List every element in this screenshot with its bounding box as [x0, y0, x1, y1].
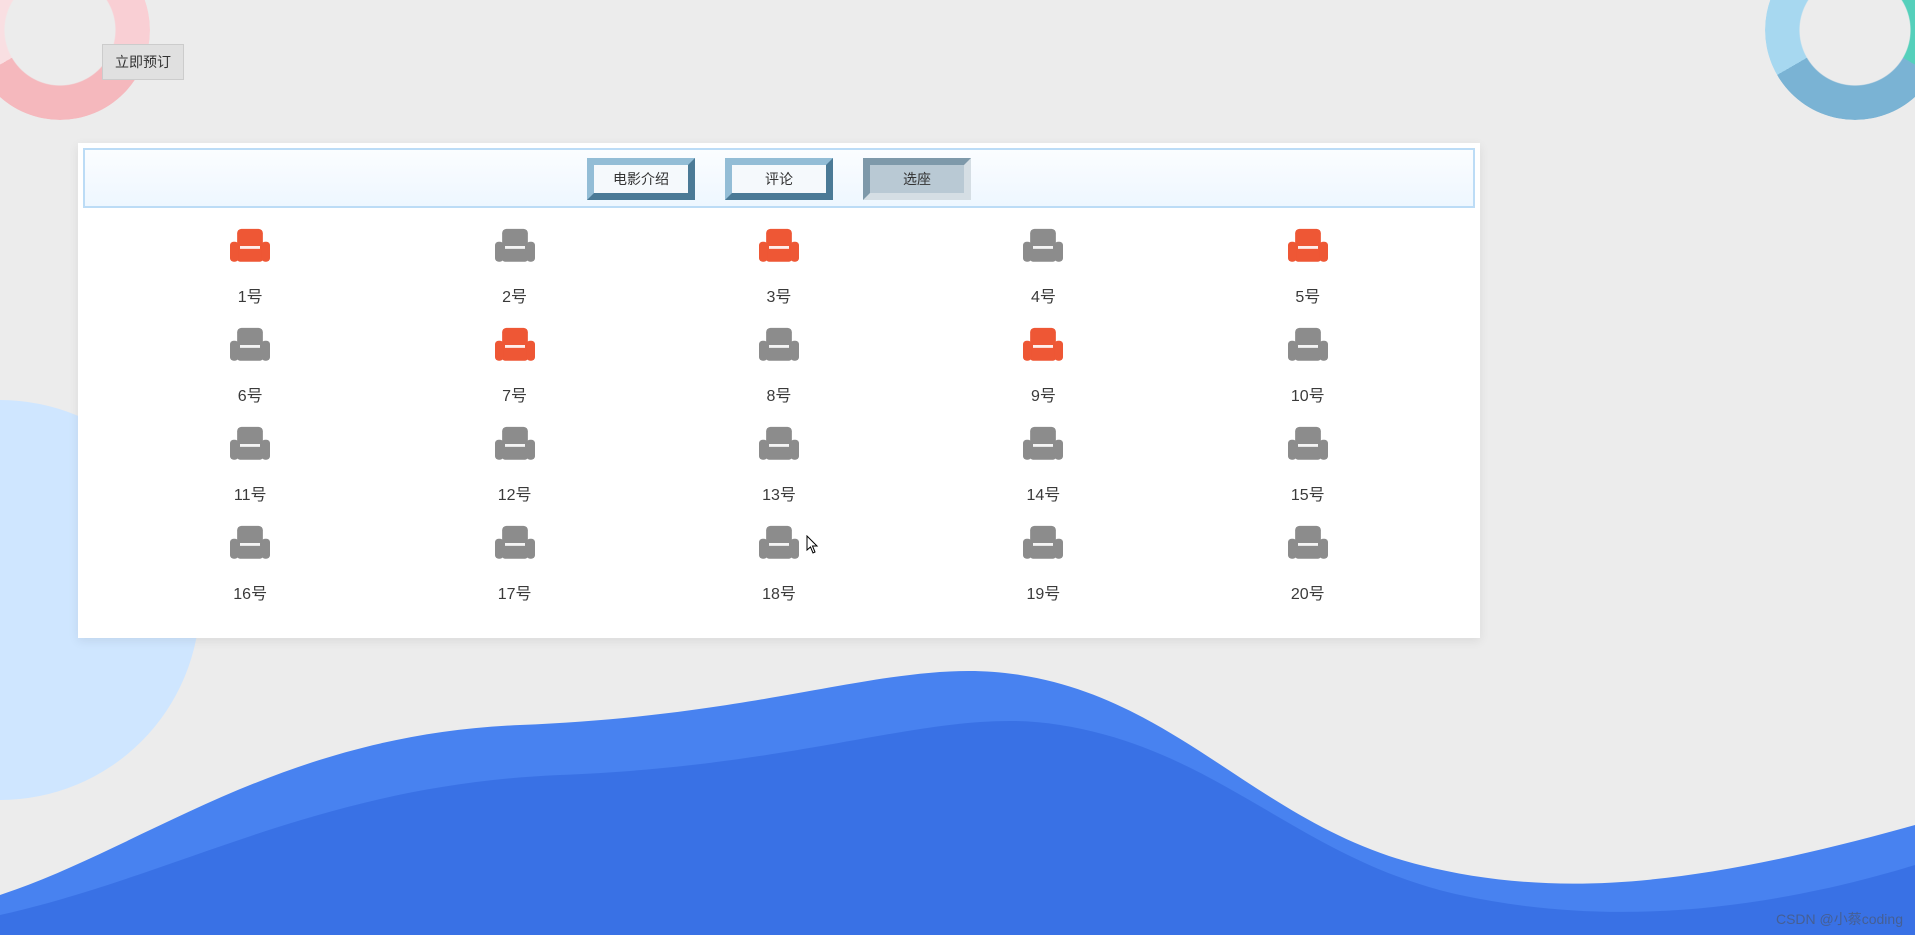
seat-10[interactable]: 10号	[1176, 325, 1440, 406]
decorative-ring-right	[1765, 0, 1915, 120]
seat-available-icon	[756, 424, 802, 469]
seat-grid: 1号 2号 3号 4号 5号 6号 7号	[78, 208, 1480, 638]
tab-label: 选座	[903, 169, 931, 189]
seat-label: 11号	[234, 481, 267, 505]
seat-label: 6号	[238, 382, 263, 406]
seat-available-icon	[756, 523, 802, 568]
seat-label: 17号	[498, 580, 532, 604]
seat-6[interactable]: 6号	[118, 325, 382, 406]
seat-label: 19号	[1026, 580, 1060, 604]
tab-bar: 电影介绍 评论 选座	[83, 148, 1475, 208]
seat-label: 7号	[502, 382, 527, 406]
decorative-wave	[0, 635, 1915, 935]
seat-available-icon	[492, 424, 538, 469]
seat-taken-icon	[227, 226, 273, 271]
tab-intro[interactable]: 电影介绍	[587, 158, 695, 200]
seat-17[interactable]: 17号	[382, 523, 646, 604]
seat-available-icon	[1285, 424, 1331, 469]
seat-label: 8号	[767, 382, 792, 406]
tab-seat[interactable]: 选座	[863, 158, 971, 200]
seat-19[interactable]: 19号	[911, 523, 1175, 604]
seat-available-icon	[756, 325, 802, 370]
seat-available-icon	[1285, 325, 1331, 370]
seat-18[interactable]: 18号	[647, 523, 911, 604]
watermark-text: CSDN @小蔡coding	[1776, 909, 1903, 929]
seat-label: 5号	[1295, 283, 1320, 307]
seat-2[interactable]: 2号	[382, 226, 646, 307]
seat-available-icon	[227, 523, 273, 568]
seat-20[interactable]: 20号	[1176, 523, 1440, 604]
seat-available-icon	[227, 424, 273, 469]
seat-available-icon	[1020, 226, 1066, 271]
seat-available-icon	[492, 523, 538, 568]
seat-11[interactable]: 11号	[118, 424, 382, 505]
seat-8[interactable]: 8号	[647, 325, 911, 406]
seat-label: 12号	[498, 481, 532, 505]
seat-label: 2号	[502, 283, 527, 307]
seat-available-icon	[492, 226, 538, 271]
seat-label: 4号	[1031, 283, 1056, 307]
tab-comment[interactable]: 评论	[725, 158, 833, 200]
tab-label: 电影介绍	[613, 169, 669, 189]
seat-available-icon	[1020, 424, 1066, 469]
seat-15[interactable]: 15号	[1176, 424, 1440, 505]
seat-label: 13号	[762, 481, 796, 505]
seat-13[interactable]: 13号	[647, 424, 911, 505]
seat-label: 14号	[1026, 481, 1060, 505]
seat-12[interactable]: 12号	[382, 424, 646, 505]
seat-label: 3号	[767, 283, 792, 307]
seat-taken-icon	[756, 226, 802, 271]
seat-3[interactable]: 3号	[647, 226, 911, 307]
tab-label: 评论	[765, 169, 793, 189]
book-now-button[interactable]: 立即预订	[102, 44, 184, 80]
seat-available-icon	[227, 325, 273, 370]
seat-label: 20号	[1291, 580, 1325, 604]
seat-label: 16号	[233, 580, 267, 604]
seat-label: 10号	[1291, 382, 1325, 406]
seat-9[interactable]: 9号	[911, 325, 1175, 406]
seat-4[interactable]: 4号	[911, 226, 1175, 307]
seat-label: 9号	[1031, 382, 1056, 406]
seat-available-icon	[1020, 523, 1066, 568]
seat-5[interactable]: 5号	[1176, 226, 1440, 307]
seat-label: 15号	[1291, 481, 1325, 505]
seat-16[interactable]: 16号	[118, 523, 382, 604]
seat-taken-icon	[492, 325, 538, 370]
seat-label: 1号	[238, 283, 263, 307]
seat-available-icon	[1285, 523, 1331, 568]
seat-taken-icon	[1020, 325, 1066, 370]
seat-14[interactable]: 14号	[911, 424, 1175, 505]
seat-1[interactable]: 1号	[118, 226, 382, 307]
seat-taken-icon	[1285, 226, 1331, 271]
seat-7[interactable]: 7号	[382, 325, 646, 406]
seat-panel: 电影介绍 评论 选座 1号 2号 3号 4号 5号 6号	[78, 143, 1480, 638]
seat-label: 18号	[762, 580, 796, 604]
